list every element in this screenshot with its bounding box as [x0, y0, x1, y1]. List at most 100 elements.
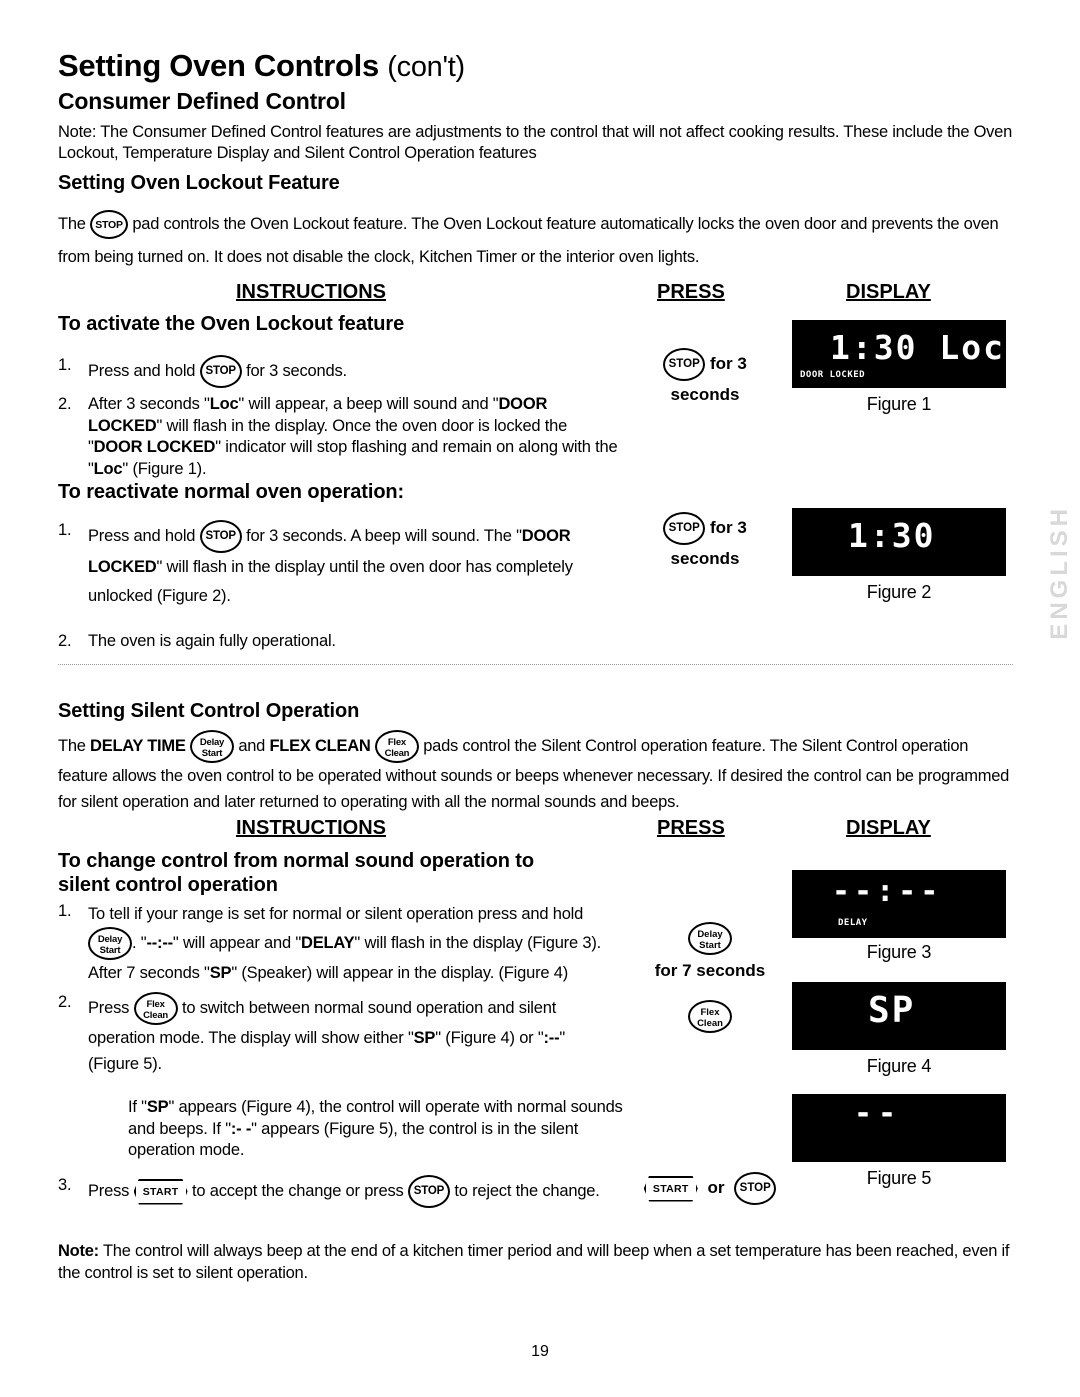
step-text-pre: Press and hold [88, 361, 196, 380]
step-number: 2. [58, 395, 72, 413]
lockout-intro-paragraph: The STOP pad controls the Oven Lockout f… [58, 208, 1016, 274]
seg: Press [88, 998, 130, 1017]
seg: for 3 seconds. A beep will sound. The " [246, 526, 522, 545]
seg: The [58, 736, 86, 755]
seg: " will appear and " [172, 933, 301, 952]
seg-bold: SP [413, 1029, 436, 1047]
step-text: After 3 seconds "Loc" will appear, a bee… [88, 394, 618, 480]
seg: to accept the change or press [191, 1181, 404, 1200]
stop-pad-icon: STOP [734, 1172, 777, 1205]
press-cell-2: STOP for 3 seconds [630, 512, 780, 569]
lcd-digits: -- [854, 1096, 903, 1131]
final-note-label: Note: [58, 1242, 99, 1260]
step-text: Press and hold STOP for 3 seconds. A bee… [88, 520, 618, 611]
lcd-display-figure-4: SP [792, 982, 1006, 1050]
manual-page: Setting Oven Controls (con't) Consumer D… [0, 0, 1080, 1397]
press-cell-flex: Flex Clean [630, 1000, 790, 1033]
lockout-intro-post: pad controls the Oven Lockout feature. T… [58, 215, 999, 266]
pad-line-2: Clean [143, 1010, 169, 1021]
column-header-instructions-2: INSTRUCTIONS [236, 817, 386, 839]
lcd-indicator-delay: DELAY [838, 918, 868, 928]
seg-bold: FLEX CLEAN [269, 736, 371, 755]
seg: If " [128, 1098, 147, 1116]
lcd-digits: 1:30 [848, 516, 936, 555]
seg: " will flash in the display until the ov… [88, 558, 573, 605]
seg: and [238, 736, 266, 755]
press-cell-delay-label: for 7 seconds [654, 961, 766, 980]
heading-reactivate-oven: To reactivate normal oven operation: [58, 481, 405, 503]
lcd-display-figure-3: --:-- DELAY [792, 870, 1006, 938]
press-cell-2-row2: seconds [670, 549, 740, 568]
seg-bold: SP [146, 1098, 169, 1116]
figure-caption-4: Figure 4 [866, 1056, 932, 1076]
seg: . " [132, 933, 147, 952]
step-number: 2. [58, 632, 72, 650]
press-cell-2-row1: STOP for 3 [630, 512, 780, 545]
list-item: 1. Press and hold STOP for 3 seconds. A … [58, 520, 618, 611]
column-header-display-2: DISPLAY [846, 817, 931, 839]
figure-caption-2: Figure 2 [866, 582, 932, 602]
pad-line-1: Flex [700, 1007, 720, 1018]
pad-line-2: Start [699, 940, 721, 951]
pad-line-1: Flex [146, 999, 165, 1010]
seg-bold: --:-- [146, 933, 173, 952]
step-number: 1. [58, 521, 72, 539]
press-or-label: or [707, 1177, 725, 1197]
heading-line-1: To change control from normal sound oper… [58, 850, 534, 872]
flex-clean-pad-icon: Flex Clean [133, 992, 178, 1025]
column-header-press-1: PRESS [657, 281, 725, 303]
seg-bold: Loc [93, 459, 123, 478]
seg: " will appear, a beep will sound and " [238, 395, 499, 413]
flex-clean-pad-icon: Flex Clean [374, 730, 419, 763]
seg: Press and hold [88, 526, 196, 545]
seg-bold: DELAY [301, 933, 355, 952]
intro-note: Note: The Consumer Defined Control featu… [58, 123, 1013, 162]
pad-line-2: Start [201, 748, 223, 759]
list-item: 2. After 3 seconds "Loc" will appear, a … [58, 394, 618, 480]
silent-extra-paragraph: If "SP" appears (Figure 4), the control … [128, 1097, 623, 1162]
seg-bold: :-- [543, 1029, 560, 1047]
delay-start-pad-icon: Delay Start [189, 730, 234, 763]
press-cell-delay-pad: Delay Start [630, 922, 790, 955]
stop-pad-icon: STOP [199, 520, 242, 553]
heading-line-2: silent control operation [58, 874, 278, 896]
step-number: 1. [58, 356, 72, 374]
final-note-text: The control will always beep at the end … [58, 1242, 1010, 1282]
figure-caption-3: Figure 3 [866, 942, 932, 962]
seg: To tell if your range is set for normal … [88, 905, 584, 923]
seg: " (Figure 1). [122, 459, 207, 478]
section-divider [58, 664, 1013, 665]
stop-pad-icon: STOP [407, 1175, 450, 1208]
seg-bold: Loc [209, 395, 239, 413]
lcd-display-figure-5: -- [792, 1094, 1006, 1162]
seg: Press [88, 1181, 130, 1200]
stop-pad-icon: STOP [663, 512, 706, 545]
flex-clean-pad-icon: Flex Clean [688, 1000, 732, 1033]
delay-start-pad-icon: Delay Start [88, 927, 132, 960]
list-item: 2. Press Flex Clean to switch between nor… [58, 992, 618, 1077]
seg: After 3 seconds " [88, 395, 210, 413]
pad-line-2: Clean [697, 1018, 723, 1029]
seg: " (Figure 4) or " [435, 1029, 544, 1047]
stop-pad-icon: STOP [199, 355, 242, 388]
figure-caption-5: Figure 5 [866, 1168, 932, 1188]
stop-pad-icon: STOP [663, 348, 706, 381]
lockout-intro-pre: The [58, 215, 86, 233]
section-heading-lockout: Setting Oven Lockout Feature [58, 172, 340, 194]
page-number: 19 [531, 1343, 549, 1360]
step-number: 2. [58, 993, 72, 1011]
page-title-main: Setting Oven Controls [58, 48, 379, 83]
press-cell-start-or-stop: START or STOP [620, 1172, 800, 1205]
silent-step-3-wrap: 3. Press START to accept the change or p… [58, 1175, 618, 1210]
step-text: To tell if your range is set for normal … [88, 901, 618, 986]
column-header-press-2: PRESS [657, 817, 725, 839]
seg-bold: DOOR LOCKED [93, 438, 216, 456]
lcd-display-figure-1: 1:30 Loc DOOR LOCKED [792, 320, 1006, 388]
step-number: 3. [58, 1176, 72, 1194]
step-number: 1. [58, 902, 72, 920]
lcd-digits: SP [868, 990, 916, 1031]
page-title-suffix: (con't) [387, 51, 465, 83]
step-text-post: for 3 seconds. [246, 361, 347, 380]
pad-line-2: Start [99, 945, 121, 956]
list-item: 1. Press and hold STOP for 3 seconds. [58, 355, 618, 388]
